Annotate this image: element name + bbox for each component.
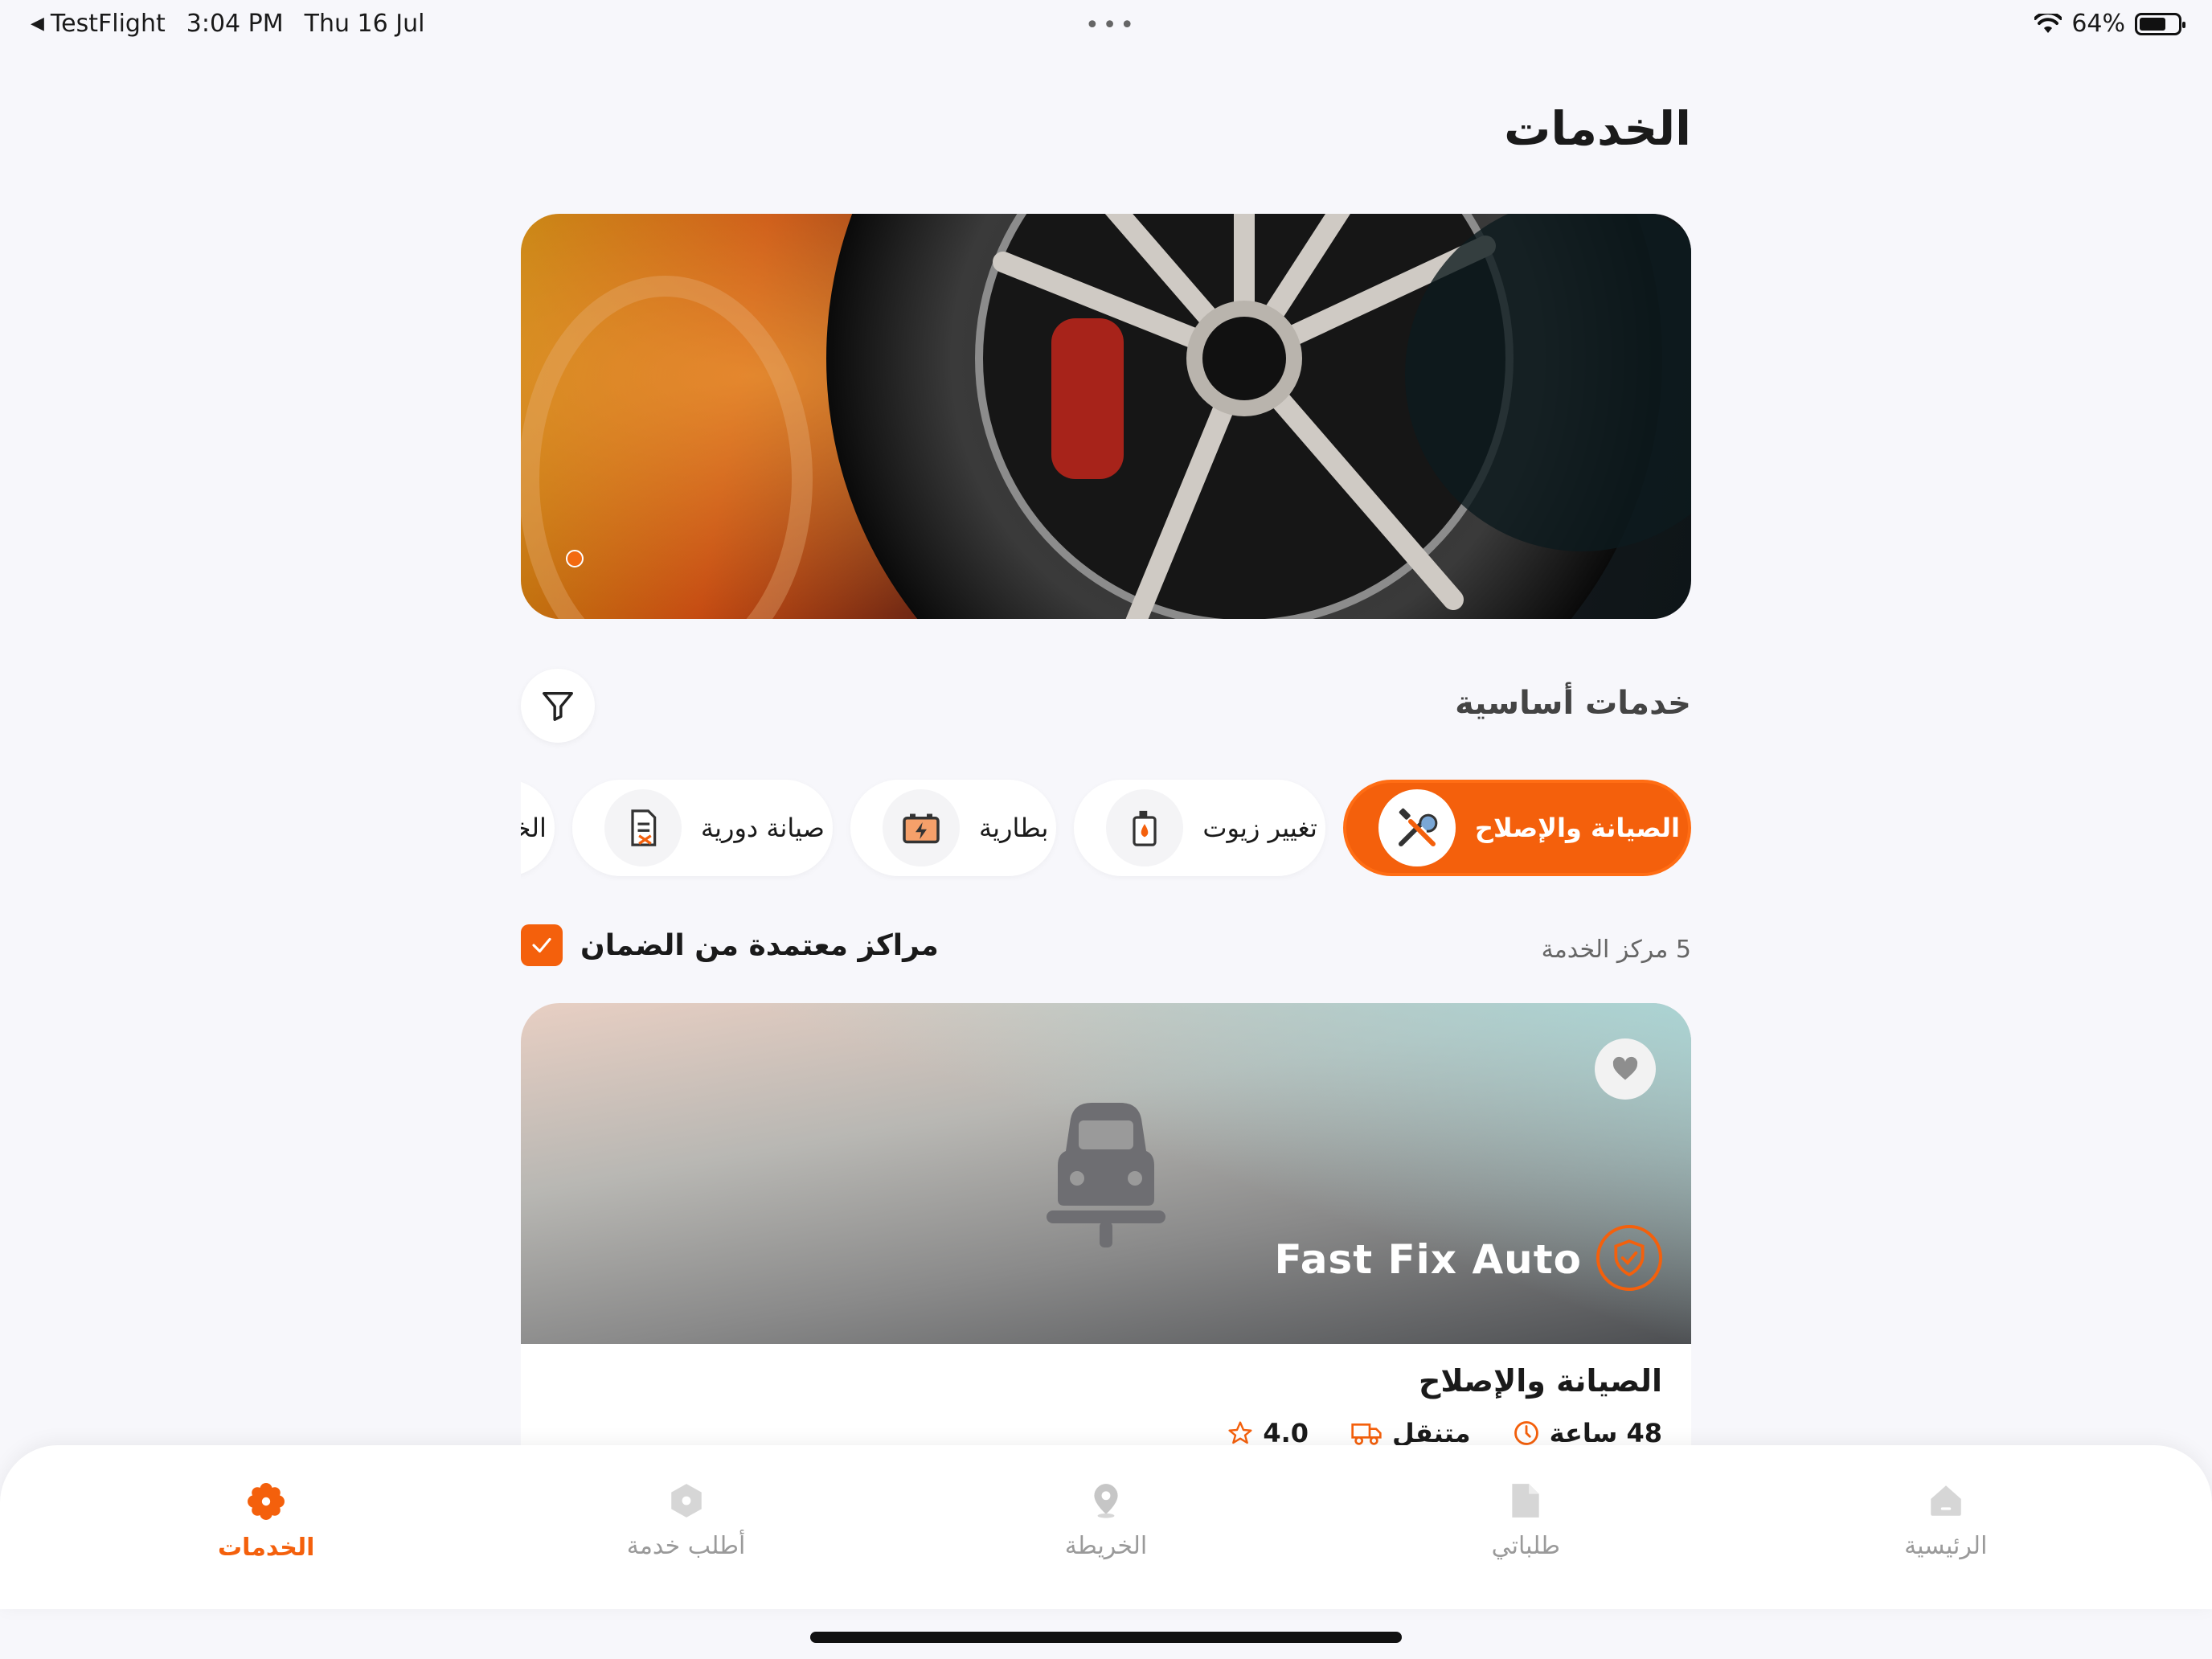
- tab-label: طلباتي: [1491, 1532, 1561, 1560]
- battery-icon: [882, 789, 960, 866]
- category-chip-label: تغيير زيوت: [1202, 813, 1317, 843]
- wrench-screwdriver-icon: [1378, 789, 1456, 866]
- battery-icon: [2135, 12, 2185, 35]
- section-title: خدمات أساسية: [1455, 685, 1691, 722]
- wheel-image: [521, 214, 1691, 619]
- category-chip-maintenance[interactable]: الصيانة والإصلاح: [1342, 780, 1691, 876]
- warranty-checkbox[interactable]: [521, 924, 563, 966]
- wifi-icon: [2034, 13, 2062, 33]
- tab-label: أطلب خدمة: [626, 1532, 746, 1560]
- service-center-name: Fast Fix Auto: [1274, 1236, 1582, 1283]
- bottom-tab-bar: الرئيسية طلباتي الخريطة أطلب خدمة الخدما…: [0, 1445, 2212, 1609]
- category-chip-label: الصيانة والإصلاح: [1474, 813, 1680, 843]
- category-chip-battery[interactable]: بطارية: [850, 780, 1057, 876]
- rating-value: 4.0: [1263, 1418, 1309, 1448]
- status-bar: ◀ TestFlight 3:04 PM Thu 16 Jul ••• 64%: [0, 0, 2212, 50]
- gear-flower-icon: [248, 1483, 285, 1520]
- document-icon: [1512, 1484, 1540, 1518]
- clock-icon: [1514, 1421, 1538, 1445]
- category-chip-periodic[interactable]: صيانة دورية: [571, 780, 833, 876]
- checkmark-icon: [532, 937, 551, 953]
- tab-services[interactable]: الخدمات: [105, 1445, 427, 1609]
- service-center-card[interactable]: Fast Fix Auto الصيانة والإصلاح 4.0 متنقل: [521, 1003, 1691, 1485]
- back-arrow-icon[interactable]: ◀: [31, 14, 44, 34]
- promo-banner[interactable]: [521, 214, 1691, 619]
- duration-label: 48 ساعة: [1549, 1418, 1662, 1448]
- page-title: الخدمات: [1504, 101, 1691, 156]
- tab-label: الرئيسية: [1904, 1532, 1988, 1560]
- home-indicator[interactable]: [810, 1632, 1402, 1643]
- tab-my-orders[interactable]: طلباتي: [1365, 1445, 1686, 1609]
- tab-request-service[interactable]: أطلب خدمة: [526, 1445, 847, 1609]
- status-time: 3:04 PM: [186, 10, 284, 38]
- back-app-label[interactable]: TestFlight: [51, 10, 166, 38]
- multitasking-dots-icon[interactable]: •••: [1085, 11, 1137, 39]
- tab-home[interactable]: الرئيسية: [1785, 1445, 2107, 1609]
- filter-icon: [543, 691, 573, 721]
- home-icon: [1931, 1485, 1961, 1516]
- warranty-filter-label: مراكز معتمدة من الضمان: [580, 928, 939, 962]
- filter-button[interactable]: [521, 669, 595, 743]
- status-bar-right: 64%: [2034, 10, 2185, 38]
- category-chip-label: صيانة دورية: [700, 813, 825, 843]
- hexagon-icon: [670, 1484, 702, 1518]
- duration: 48 ساعة: [1513, 1418, 1662, 1448]
- favorite-button[interactable]: [1595, 1038, 1656, 1100]
- status-date: Thu 16 Jul: [304, 10, 425, 38]
- oil-can-icon: [1106, 789, 1184, 866]
- tab-map[interactable]: الخريطة: [945, 1445, 1267, 1609]
- results-count: 5 مركز الخدمة: [1541, 936, 1691, 964]
- delivery-truck-icon: [1351, 1423, 1382, 1445]
- carousel-indicator-dot[interactable]: [566, 550, 584, 567]
- warranty-filter[interactable]: مراكز معتمدة من الضمان: [521, 924, 939, 966]
- status-bar-left: ◀ TestFlight 3:04 PM Thu 16 Jul: [31, 10, 424, 38]
- mobility-label: متنقل: [1392, 1418, 1471, 1448]
- star-icon: [1228, 1421, 1252, 1444]
- tab-label: الخدمات: [217, 1534, 315, 1562]
- category-chip-label: بطارية: [978, 813, 1049, 843]
- rating: 4.0: [1227, 1418, 1309, 1448]
- category-chip-tow[interactable]: الخد: [521, 780, 555, 876]
- category-chip-label: الخد: [521, 813, 547, 843]
- tab-label: الخريطة: [1064, 1532, 1148, 1560]
- verified-badge: [1596, 1225, 1662, 1291]
- category-chip-oil-change[interactable]: تغيير زيوت: [1074, 780, 1325, 876]
- checklist-icon: [604, 789, 682, 866]
- heart-icon: [1612, 1056, 1638, 1080]
- category-chips: الصيانة والإصلاح تغيير زيوت بطارية صيانة…: [521, 778, 1691, 881]
- shield-check-icon: [1614, 1239, 1645, 1276]
- service-center-meta: 4.0 متنقل 48 ساعة: [1227, 1418, 1662, 1448]
- map-pin-icon: [1094, 1484, 1118, 1518]
- battery-percent: 64%: [2071, 10, 2125, 38]
- mobility: متنقل: [1350, 1418, 1471, 1448]
- service-center-category: الصيانة والإصلاح: [1419, 1363, 1662, 1399]
- car-placeholder-icon: [1047, 1103, 1165, 1247]
